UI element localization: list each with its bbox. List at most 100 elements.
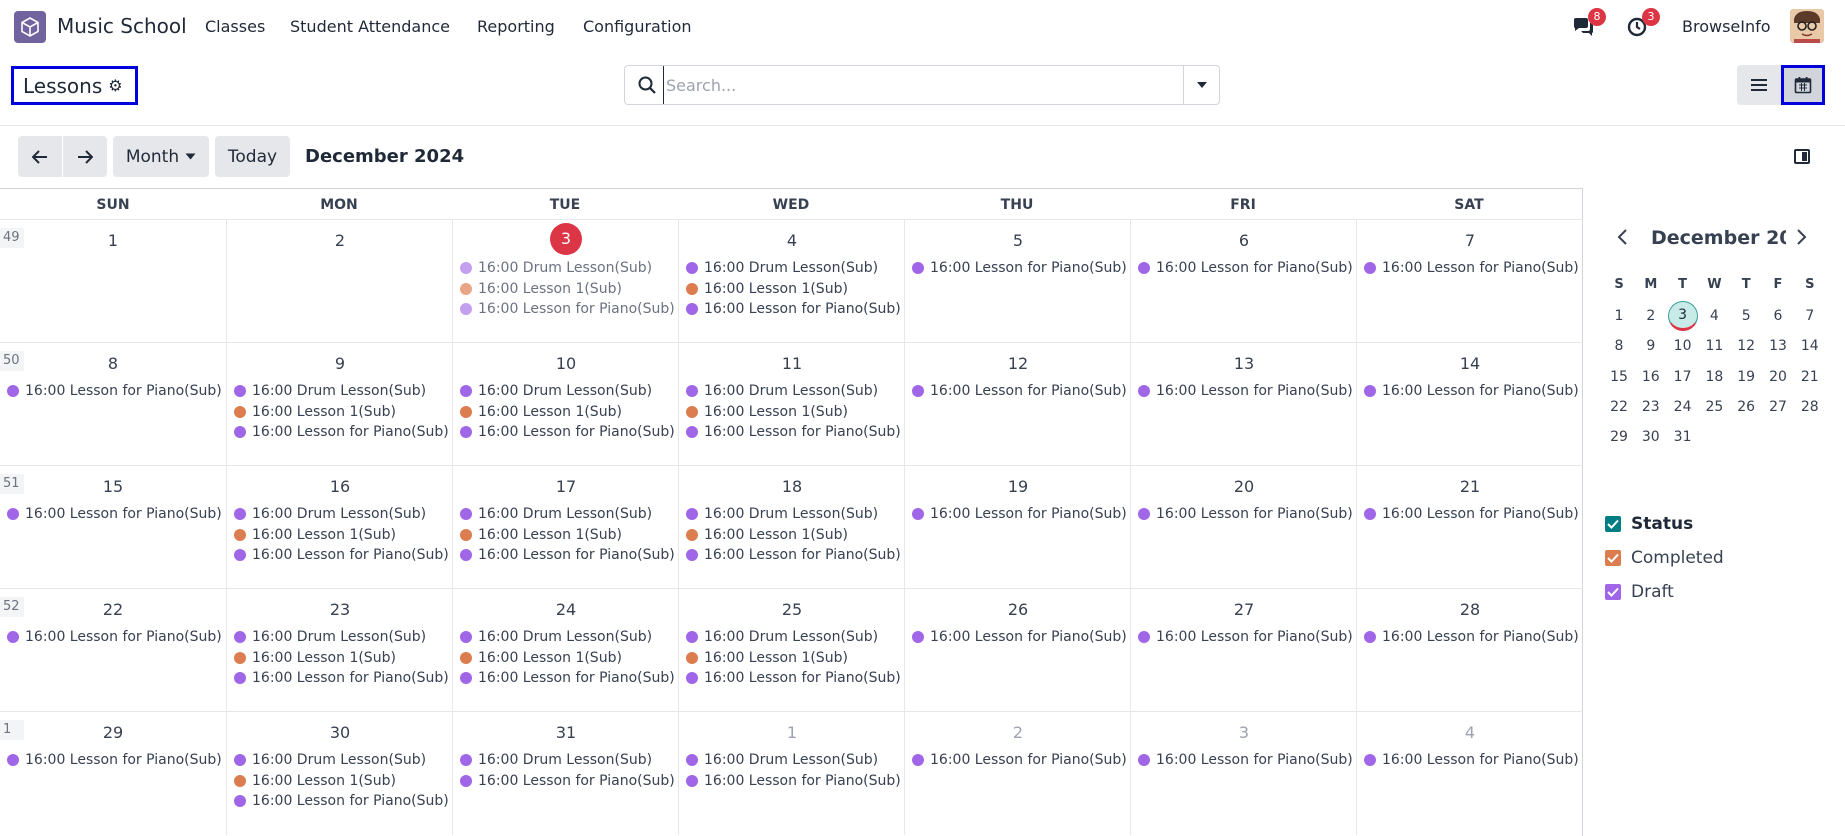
day-number[interactable]: 31 [453,723,679,742]
calendar-day-cell[interactable]: 3 16:00 Lesson for Piano(Sub) [1130,712,1356,835]
status-filter-heading[interactable]: Status [1605,514,1693,534]
checkbox-icon[interactable] [1605,584,1621,600]
calendar-event[interactable]: 16:00 Lesson 1(Sub) [234,527,396,543]
mini-calendar-day[interactable]: 21 [1795,362,1825,392]
calendar-event[interactable]: 16:00 Lesson for Piano(Sub) [1364,752,1579,768]
mini-calendar-day[interactable]: 16 [1636,362,1666,392]
day-number[interactable]: 25 [679,600,905,619]
mini-calendar-day[interactable]: 4 [1699,301,1729,331]
day-number[interactable]: 13 [1131,354,1357,373]
day-number[interactable]: 12 [905,354,1131,373]
menu-reporting[interactable]: Reporting [477,17,555,36]
sidebar-toggle-icon[interactable] [1794,149,1810,164]
mini-calendar-day[interactable]: 12 [1731,331,1761,361]
calendar-day-cell[interactable]: 2 16:00 Lesson for Piano(Sub) [904,712,1130,835]
calendar-event[interactable]: 16:00 Lesson for Piano(Sub) [912,629,1127,645]
calendar-day-cell[interactable]: 19 16:00 Lesson for Piano(Sub) [904,466,1130,589]
calendar-event[interactable]: 16:00 Lesson 1(Sub) [460,404,622,420]
mini-calendar-day[interactable]: 23 [1636,392,1666,422]
calendar-event[interactable]: 16:00 Lesson 1(Sub) [234,650,396,666]
calendar-day-cell[interactable]: 9 16:00 Drum Lesson(Sub) 16:00 Lesson 1(Su… [226,343,452,466]
calendar-event[interactable]: 16:00 Lesson for Piano(Sub) [234,424,449,440]
calendar-event[interactable]: 16:00 Drum Lesson(Sub) [686,506,878,522]
calendar-day-cell[interactable]: 52 22 16:00 Lesson for Piano(Sub) [0,589,226,712]
day-number[interactable]: 9 [227,354,453,373]
calendar-event[interactable]: 16:00 Lesson for Piano(Sub) [460,301,675,317]
calendar-event[interactable]: 16:00 Drum Lesson(Sub) [460,383,652,399]
chevron-right-icon[interactable] [1796,228,1808,251]
user-avatar[interactable] [1790,9,1824,43]
calendar-day-cell[interactable]: 6 16:00 Lesson for Piano(Sub) [1130,220,1356,343]
calendar-event[interactable]: 16:00 Lesson 1(Sub) [686,404,848,420]
calendar-event[interactable]: 16:00 Drum Lesson(Sub) [460,506,652,522]
day-number[interactable]: 14 [1357,354,1583,373]
day-number[interactable]: 26 [905,600,1131,619]
calendar-event[interactable]: 16:00 Lesson for Piano(Sub) [686,424,901,440]
calendar-event[interactable]: 16:00 Lesson 1(Sub) [460,650,622,666]
calendar-day-cell[interactable]: 26 16:00 Lesson for Piano(Sub) [904,589,1130,712]
menu-classes[interactable]: Classes [205,17,265,36]
calendar-day-cell[interactable]: 25 16:00 Drum Lesson(Sub) 16:00 Lesson 1(S… [678,589,904,712]
calendar-event[interactable]: 16:00 Lesson for Piano(Sub) [460,773,675,789]
day-number[interactable]: 11 [679,354,905,373]
calendar-event[interactable]: 16:00 Drum Lesson(Sub) [460,629,652,645]
calendar-event[interactable]: 16:00 Lesson for Piano(Sub) [460,547,675,563]
calendar-event[interactable]: 16:00 Lesson 1(Sub) [686,527,848,543]
day-number[interactable]: 23 [227,600,453,619]
mini-calendar-day[interactable]: 9 [1636,331,1666,361]
calendar-day-cell[interactable]: 14 16:00 Lesson for Piano(Sub) [1356,343,1582,466]
calendar-event[interactable]: 16:00 Lesson for Piano(Sub) [1364,260,1579,276]
calendar-day-cell[interactable]: 1 16:00 Drum Lesson(Sub) 16:00 Lesson for … [678,712,904,835]
calendar-event[interactable]: 16:00 Lesson for Piano(Sub) [912,260,1127,276]
calendar-day-cell[interactable]: 18 16:00 Drum Lesson(Sub) 16:00 Lesson 1(S… [678,466,904,589]
list-view-button[interactable] [1737,65,1781,105]
calendar-event[interactable]: 16:00 Lesson for Piano(Sub) [1364,383,1579,399]
calendar-event[interactable]: 16:00 Drum Lesson(Sub) [234,506,426,522]
calendar-event[interactable]: 16:00 Drum Lesson(Sub) [234,752,426,768]
calendar-day-cell[interactable]: 5 16:00 Lesson for Piano(Sub) [904,220,1130,343]
menu-student-attendance[interactable]: Student Attendance [290,17,450,36]
search-input[interactable] [663,66,1183,104]
day-number[interactable]: 16 [227,477,453,496]
mini-calendar-day[interactable]: 22 [1604,392,1634,422]
calendar-event[interactable]: 16:00 Lesson for Piano(Sub) [7,506,222,522]
day-number[interactable]: 21 [1357,477,1583,496]
day-number[interactable]: 29 [0,723,226,742]
calendar-event[interactable]: 16:00 Lesson 1(Sub) [686,281,848,297]
calendar-day-cell[interactable]: 31 16:00 Drum Lesson(Sub) 16:00 Lesson for… [452,712,678,835]
mini-calendar-day[interactable]: 17 [1668,362,1698,392]
calendar-event[interactable]: 16:00 Lesson for Piano(Sub) [234,670,449,686]
calendar-event[interactable]: 16:00 Drum Lesson(Sub) [686,260,878,276]
calendar-day-cell[interactable]: 10 16:00 Drum Lesson(Sub) 16:00 Lesson 1(S… [452,343,678,466]
day-number[interactable]: 19 [905,477,1131,496]
mini-calendar-day[interactable]: 20 [1763,362,1793,392]
calendar-day-cell[interactable]: 17 16:00 Drum Lesson(Sub) 16:00 Lesson 1(S… [452,466,678,589]
day-number[interactable]: 4 [1357,723,1583,742]
day-number[interactable]: 1 [679,723,905,742]
menu-configuration[interactable]: Configuration [583,17,692,36]
day-number[interactable]: 3 [1131,723,1357,742]
previous-period-button[interactable] [18,136,62,177]
calendar-event[interactable]: 16:00 Lesson for Piano(Sub) [1138,506,1353,522]
calendar-day-cell[interactable]: 23 16:00 Drum Lesson(Sub) 16:00 Lesson 1(S… [226,589,452,712]
mini-calendar-day[interactable]: 27 [1763,392,1793,422]
day-number[interactable]: 15 [0,477,226,496]
mini-calendar-day[interactable]: 18 [1699,362,1729,392]
day-number[interactable]: 7 [1357,231,1583,250]
calendar-day-cell[interactable]: 4 16:00 Lesson for Piano(Sub) [1356,712,1582,835]
gear-icon[interactable]: ⚙ [108,76,122,95]
calendar-event[interactable]: 16:00 Lesson for Piano(Sub) [686,773,901,789]
app-logo-icon[interactable] [14,11,46,43]
calendar-day-cell[interactable]: 27 16:00 Lesson for Piano(Sub) [1130,589,1356,712]
calendar-event[interactable]: 16:00 Drum Lesson(Sub) [234,629,426,645]
messages-button[interactable]: 8 [1570,8,1606,40]
calendar-event[interactable]: 16:00 Lesson for Piano(Sub) [234,547,449,563]
calendar-event[interactable]: 16:00 Lesson for Piano(Sub) [460,670,675,686]
calendar-event[interactable]: 16:00 Drum Lesson(Sub) [460,752,652,768]
day-number[interactable]: 30 [227,723,453,742]
calendar-day-cell[interactable]: 2 [226,220,452,343]
checkbox-icon[interactable] [1605,516,1621,532]
mini-calendar-day[interactable]: 11 [1699,331,1729,361]
calendar-day-cell[interactable]: 21 16:00 Lesson for Piano(Sub) [1356,466,1582,589]
mini-calendar-day[interactable]: 5 [1731,301,1761,331]
